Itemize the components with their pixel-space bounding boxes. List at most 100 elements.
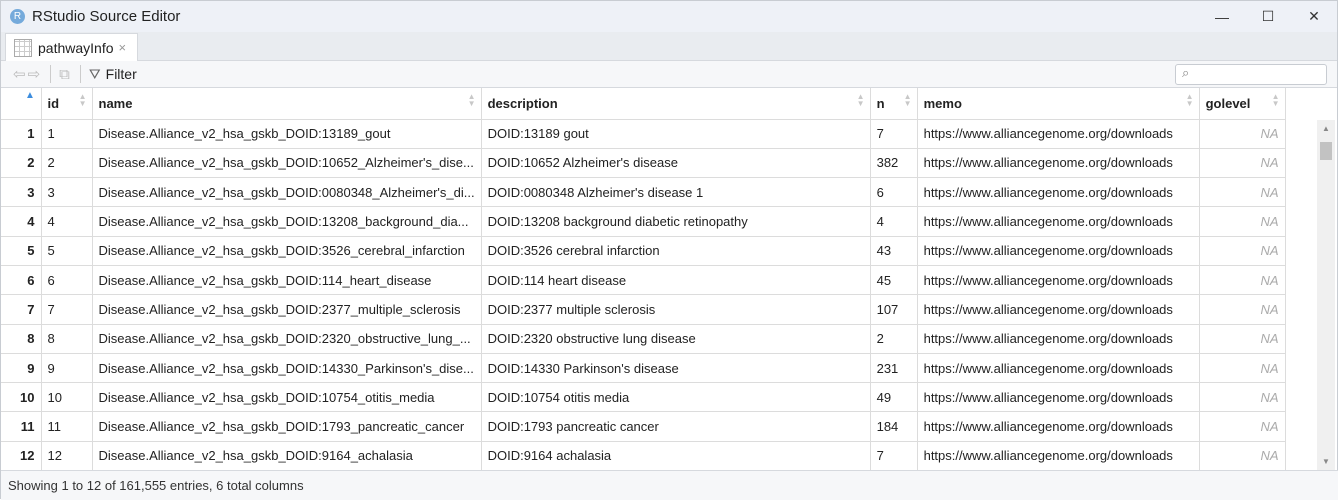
cell-memo: https://www.alliancegenome.org/downloads <box>917 265 1200 296</box>
tab-pathwayinfo[interactable]: pathwayInfo × <box>5 33 138 61</box>
row-number: 7 <box>1 294 42 325</box>
cell-golevel: NA <box>1199 382 1286 413</box>
sort-ascending-icon: ▲ <box>25 90 35 101</box>
cell-id: 11 <box>41 411 93 442</box>
search-input[interactable]: ⌕ <box>1175 64 1327 85</box>
cell-description: DOID:10754 otitis media <box>481 382 871 413</box>
cell-id: 8 <box>41 324 93 354</box>
table-row: 5 5 Disease.Alliance_v2_hsa_gskb_DOID:3526… <box>1 236 1286 266</box>
row-number: 5 <box>1 236 42 266</box>
cell-id: 2 <box>41 148 93 179</box>
cell-description: DOID:2320 obstructive lung disease <box>481 324 871 354</box>
cell-description: DOID:3526 cerebral infarction <box>481 236 871 266</box>
column-header-description[interactable]: description ▲ ▼ <box>481 88 871 120</box>
cell-n: 382 <box>870 148 918 179</box>
divider <box>79 65 81 83</box>
status-bar: Showing 1 to 12 of 161,555 entries, 6 to… <box>1 470 1338 500</box>
cell-n: 231 <box>870 353 918 384</box>
cell-golevel: NA <box>1199 411 1286 442</box>
column-header-id[interactable]: id ▲ ▼ <box>41 88 93 120</box>
cell-description: DOID:114 heart disease <box>481 265 871 296</box>
cell-description: DOID:14330 Parkinson's disease <box>481 353 871 384</box>
cell-id: 12 <box>41 441 93 472</box>
cell-memo: https://www.alliancegenome.org/downloads <box>917 148 1200 179</box>
row-number: 8 <box>1 324 42 354</box>
data-table: ▲ id ▲ ▼ name ▲ ▼ description ▲ ▼ n ▲ ▼ memo ▲ ▼ goleve… <box>1 88 1286 472</box>
table-row: 12 12 Disease.Alliance_v2_hsa_gskb_DOID:91… <box>1 441 1286 472</box>
forward-arrow-icon[interactable]: ⇨ <box>28 65 41 83</box>
cell-golevel: NA <box>1199 324 1286 354</box>
tab-strip: pathwayInfo × <box>1 32 1337 61</box>
close-tab-icon[interactable]: × <box>119 40 127 55</box>
cell-id: 1 <box>41 119 93 149</box>
cell-id: 6 <box>41 265 93 296</box>
scroll-down-icon[interactable]: ▼ <box>1322 457 1330 466</box>
table-row: 2 2 Disease.Alliance_v2_hsa_gskb_DOID:1065… <box>1 148 1286 179</box>
cell-description: DOID:13208 background diabetic retinopat… <box>481 206 871 237</box>
cell-golevel: NA <box>1199 206 1286 237</box>
maximize-button[interactable]: ☐ <box>1245 1 1291 32</box>
row-number: 3 <box>1 177 42 208</box>
show-in-window-icon[interactable]: ⧉ <box>59 66 70 83</box>
scrollbar-thumb[interactable] <box>1320 142 1332 160</box>
sort-icon[interactable]: ▲ ▼ <box>904 93 912 108</box>
table-row: 7 7 Disease.Alliance_v2_hsa_gskb_DOID:2377… <box>1 294 1286 325</box>
cell-n: 49 <box>870 382 918 413</box>
scroll-up-icon[interactable]: ▲ <box>1322 124 1330 133</box>
sort-icon[interactable]: ▲ ▼ <box>857 93 865 108</box>
cell-name: Disease.Alliance_v2_hsa_gskb_DOID:10652_… <box>92 148 482 179</box>
cell-id: 5 <box>41 236 93 266</box>
table-row: 1 1 Disease.Alliance_v2_hsa_gskb_DOID:1318… <box>1 119 1286 149</box>
cell-description: DOID:2377 multiple sclerosis <box>481 294 871 325</box>
cell-golevel: NA <box>1199 236 1286 266</box>
column-header-label: name <box>98 95 133 111</box>
cell-n: 6 <box>870 177 918 208</box>
cell-name: Disease.Alliance_v2_hsa_gskb_DOID:10754_… <box>92 382 482 413</box>
sort-icon[interactable]: ▲ ▼ <box>1272 93 1280 108</box>
cell-name: Disease.Alliance_v2_hsa_gskb_DOID:2320_o… <box>92 324 482 354</box>
toolbar: ⇦ ⇨ ⧉ ⛛ Filter ⌕ <box>1 61 1337 88</box>
filter-icon: ⛛ <box>88 65 101 82</box>
vertical-scrollbar[interactable]: ▲ ▼ <box>1317 120 1335 470</box>
column-header-label: golevel <box>1205 95 1251 111</box>
table-row: 10 10 Disease.Alliance_v2_hsa_gskb_DOID:10… <box>1 382 1286 413</box>
minimize-button[interactable]: — <box>1199 1 1245 32</box>
column-header-rownames[interactable]: ▲ <box>1 88 42 120</box>
column-header-memo[interactable]: memo ▲ ▼ <box>917 88 1200 120</box>
column-header-name[interactable]: name ▲ ▼ <box>92 88 482 120</box>
row-number: 1 <box>1 119 42 149</box>
column-header-golevel[interactable]: golevel ▲ ▼ <box>1199 88 1286 120</box>
row-number: 10 <box>1 382 42 413</box>
sort-icon[interactable]: ▲ ▼ <box>468 93 476 108</box>
cell-name: Disease.Alliance_v2_hsa_gskb_DOID:114_he… <box>92 265 482 296</box>
filter-button[interactable]: ⛛ Filter <box>89 66 137 83</box>
sort-icon[interactable]: ▲ ▼ <box>79 93 87 108</box>
sort-icon[interactable]: ▲ ▼ <box>1186 93 1194 108</box>
close-window-button[interactable]: ✕ <box>1291 1 1337 32</box>
cell-description: DOID:10652 Alzheimer's disease <box>481 148 871 179</box>
tab-label: pathwayInfo <box>38 39 114 56</box>
cell-n: 7 <box>870 441 918 472</box>
cell-memo: https://www.alliancegenome.org/downloads <box>917 441 1200 472</box>
cell-golevel: NA <box>1199 148 1286 179</box>
search-icon: ⌕ <box>1182 65 1190 80</box>
cell-name: Disease.Alliance_v2_hsa_gskb_DOID:13189_… <box>92 119 482 149</box>
cell-n: 107 <box>870 294 918 325</box>
column-header-n[interactable]: n ▲ ▼ <box>870 88 918 120</box>
cell-description: DOID:0080348 Alzheimer's disease 1 <box>481 177 871 208</box>
cell-id: 4 <box>41 206 93 237</box>
cell-description: DOID:13189 gout <box>481 119 871 149</box>
cell-n: 7 <box>870 119 918 149</box>
status-text: Showing 1 to 12 of 161,555 entries, 6 to… <box>8 478 304 493</box>
row-number: 11 <box>1 411 42 442</box>
rstudio-logo-icon: R <box>10 9 25 24</box>
cell-memo: https://www.alliancegenome.org/downloads <box>917 324 1200 354</box>
cell-id: 3 <box>41 177 93 208</box>
table-row: 9 9 Disease.Alliance_v2_hsa_gskb_DOID:1433… <box>1 353 1286 384</box>
cell-id: 7 <box>41 294 93 325</box>
column-header-label: id <box>47 95 60 111</box>
cell-golevel: NA <box>1199 294 1286 325</box>
back-arrow-icon[interactable]: ⇦ <box>13 65 26 83</box>
cell-n: 184 <box>870 411 918 442</box>
cell-name: Disease.Alliance_v2_hsa_gskb_DOID:9164_a… <box>92 441 482 472</box>
